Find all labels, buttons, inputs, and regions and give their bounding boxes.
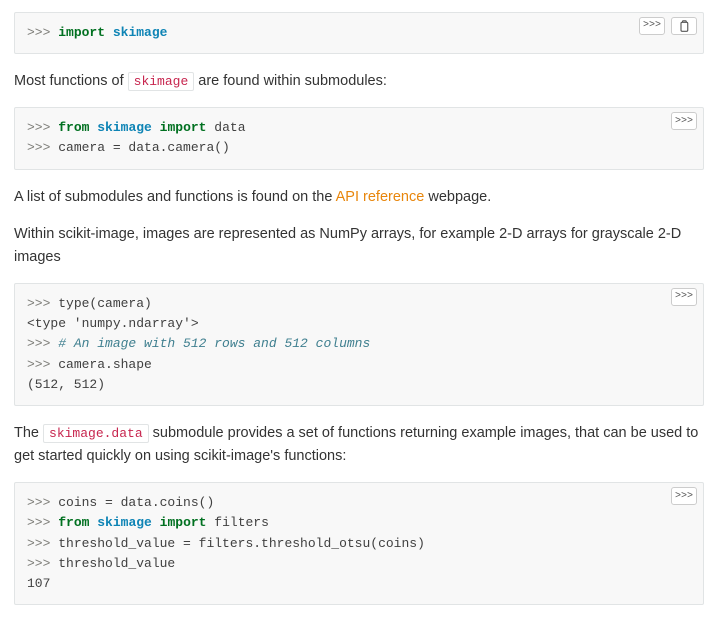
- code-text: data: [206, 120, 245, 135]
- code-block: >>> >>> import skimage: [14, 12, 704, 54]
- keyword-token: from: [58, 120, 89, 135]
- name-token: skimage: [97, 120, 152, 135]
- text: The: [14, 425, 43, 441]
- text: Most functions of: [14, 73, 128, 89]
- toggle-prompt-button[interactable]: >>>: [671, 112, 697, 130]
- space: [105, 25, 113, 40]
- code-toolbar: >>>: [671, 112, 697, 130]
- code-toolbar: >>>: [639, 17, 697, 35]
- code-text: type(camera): [58, 296, 152, 311]
- keyword-token: import: [160, 515, 207, 530]
- prompt-token: >>>: [27, 25, 58, 40]
- code-line: >>> type(camera): [27, 294, 691, 314]
- paragraph: Within scikit-image, images are represen…: [14, 223, 704, 269]
- output-text: (512, 512): [27, 377, 105, 392]
- prompt-token: >>>: [27, 357, 58, 372]
- inline-code: skimage.data: [43, 424, 149, 443]
- code-toolbar: >>>: [671, 487, 697, 505]
- clipboard-icon: [678, 19, 690, 33]
- toggle-prompt-button[interactable]: >>>: [671, 487, 697, 505]
- code-block: >>> >>> from skimage import data >>> cam…: [14, 107, 704, 169]
- code-line: 107: [27, 574, 691, 594]
- prompt-token: >>>: [27, 336, 58, 351]
- toggle-prompt-button[interactable]: >>>: [671, 288, 697, 306]
- code-text: coins = data.coins(): [58, 495, 214, 510]
- output-text: 107: [27, 576, 50, 591]
- space: [152, 120, 160, 135]
- prompt-token: >>>: [27, 140, 58, 155]
- code-line: >>> from skimage import data: [27, 118, 691, 138]
- space: [152, 515, 160, 530]
- prompt-token: >>>: [27, 120, 58, 135]
- code-line: >>> threshold_value: [27, 554, 691, 574]
- code-line: >>> from skimage import filters: [27, 513, 691, 533]
- inline-code: skimage: [128, 72, 195, 91]
- code-line: >>> import skimage: [27, 23, 691, 43]
- copy-button[interactable]: [671, 17, 697, 35]
- keyword-token: import: [58, 25, 105, 40]
- name-token: skimage: [97, 515, 152, 530]
- output-text: <type 'numpy.ndarray'>: [27, 316, 199, 331]
- prompt-token: >>>: [27, 296, 58, 311]
- text: Within scikit-image, images are represen…: [14, 226, 681, 265]
- code-text: camera.shape: [58, 357, 152, 372]
- prompt-token: >>>: [27, 536, 58, 551]
- code-line: >>> camera = data.camera(): [27, 138, 691, 158]
- paragraph: Most functions of skimage are found with…: [14, 70, 704, 93]
- text: webpage.: [424, 189, 491, 205]
- prompt-token: >>>: [27, 515, 58, 530]
- api-reference-link[interactable]: API reference: [336, 189, 425, 205]
- code-text: filters: [206, 515, 268, 530]
- code-text: camera = data.camera(): [58, 140, 230, 155]
- toggle-prompt-button[interactable]: >>>: [639, 17, 665, 35]
- code-line: (512, 512): [27, 375, 691, 395]
- code-line: >>> coins = data.coins(): [27, 493, 691, 513]
- comment-token: # An image with 512 rows and 512 columns: [58, 336, 370, 351]
- code-line: >>> threshold_value = filters.threshold_…: [27, 534, 691, 554]
- code-line: >>> # An image with 512 rows and 512 col…: [27, 334, 691, 354]
- code-text: threshold_value: [58, 556, 175, 571]
- text: are found within submodules:: [194, 73, 387, 89]
- code-toolbar: >>>: [671, 288, 697, 306]
- text: A list of submodules and functions is fo…: [14, 189, 336, 205]
- paragraph: The skimage.data submodule provides a se…: [14, 422, 704, 468]
- code-block: >>> >>> coins = data.coins() >>> from sk…: [14, 482, 704, 605]
- keyword-token: import: [160, 120, 207, 135]
- paragraph: A list of submodules and functions is fo…: [14, 186, 704, 209]
- code-block: >>> >>> type(camera) <type 'numpy.ndarra…: [14, 283, 704, 406]
- code-line: <type 'numpy.ndarray'>: [27, 314, 691, 334]
- name-token: skimage: [113, 25, 168, 40]
- keyword-token: from: [58, 515, 89, 530]
- prompt-token: >>>: [27, 495, 58, 510]
- prompt-token: >>>: [27, 556, 58, 571]
- code-text: threshold_value = filters.threshold_otsu…: [58, 536, 425, 551]
- code-line: >>> camera.shape: [27, 355, 691, 375]
